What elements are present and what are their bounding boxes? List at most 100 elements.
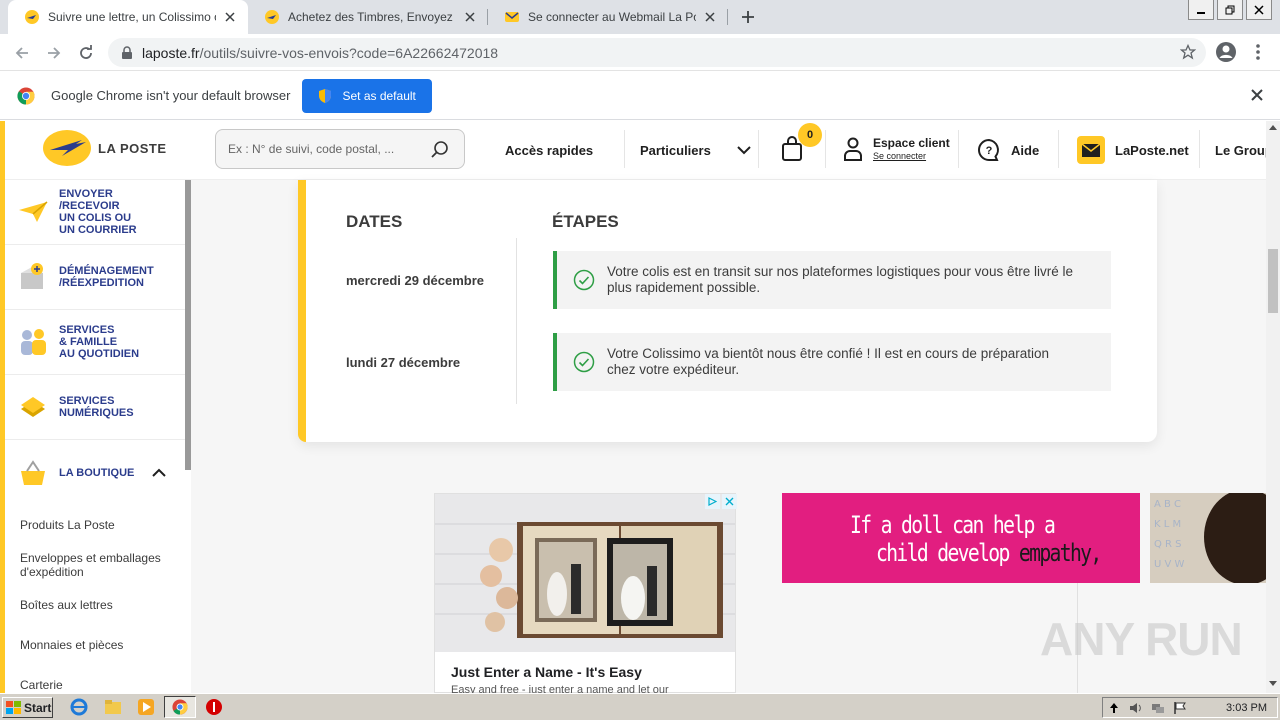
close-window-icon[interactable] (1246, 0, 1272, 20)
chrome-logo-icon (172, 699, 188, 715)
ad-doll-empathy[interactable]: If a doll can help a child develop empat… (782, 493, 1140, 583)
forward-button[interactable] (42, 41, 66, 65)
url-text: laposte.fr/outils/suivre-vos-envois?code… (142, 44, 499, 61)
tracking-step: Votre Colissimo va bientôt nous être con… (553, 333, 1111, 391)
back-button[interactable] (10, 41, 34, 65)
header-divider (825, 130, 826, 168)
sidebar-item-label: SERVICES NUMÉRIQUES (59, 395, 134, 419)
help-link[interactable]: Aide (1011, 121, 1039, 179)
shop-basket-icon (21, 459, 45, 485)
shop-link-coins[interactable]: Monnaies et pièces (20, 638, 123, 652)
anyrun-watermark: ANY RUN (1040, 613, 1243, 665)
ad-choices[interactable] (703, 494, 737, 509)
moving-box-icon (21, 263, 43, 289)
ad-line-1: If a doll can help a (850, 511, 1056, 539)
tab-title: Suivre une lettre, un Colissimo ou un (48, 10, 216, 24)
address-bar[interactable]: laposte.fr/outils/suivre-vos-envois?code… (108, 38, 1206, 67)
start-button[interactable]: Start (2, 697, 53, 718)
explorer-folder-icon[interactable] (104, 698, 122, 716)
volume-icon[interactable] (1129, 701, 1143, 715)
close-infobar-icon[interactable] (1250, 88, 1264, 102)
check-circle-icon (573, 269, 595, 291)
webmail-link[interactable]: LaPoste.net (1115, 121, 1189, 179)
taskbar-chrome-button[interactable] (164, 696, 196, 718)
event-date: mercredi 29 décembre (346, 273, 485, 288)
shop-link-products[interactable]: Produits La Poste (20, 518, 115, 532)
cart-count-badge: 0 (798, 123, 822, 147)
ad-image-letters[interactable]: A B C K L M Q R S U V W (1150, 493, 1266, 583)
webmail-icon (1077, 136, 1105, 164)
sidebar-item-family[interactable]: SERVICES & FAMILLE AU QUOTIDIEN (5, 310, 185, 375)
quick-access-link[interactable]: Accès rapides (505, 121, 593, 179)
windows-taskbar: Start 3:03 PM (0, 693, 1280, 720)
set-as-default-label: Set as default (342, 88, 416, 103)
restore-icon[interactable] (1217, 0, 1243, 20)
arrow-left-icon (15, 47, 28, 59)
svg-text:Q R S: Q R S (1154, 539, 1182, 550)
chrome-menu-icon[interactable] (1250, 42, 1266, 62)
ad-line-2: child develop empathy, (876, 539, 1102, 567)
sidebar-item-label: ENVOYER /RECEVOIR UN COLIS OU UN COURRIE… (59, 188, 137, 236)
browser-tab-strip: Suivre une lettre, un Colissimo ou un Ac… (0, 0, 1280, 34)
sidebar-item-shop[interactable]: LA BOUTIQUE (5, 440, 185, 505)
search-placeholder: Ex : N° de suivi, code postal, ... (228, 142, 395, 156)
laposte-bird-icon (43, 130, 91, 166)
bookmark-star-icon[interactable] (1180, 44, 1196, 60)
search-icon[interactable] (430, 140, 450, 160)
shield-icon (319, 88, 332, 103)
window-controls (1185, 0, 1272, 20)
taskbar-clock: 3:03 PM (1226, 702, 1267, 714)
header-divider (758, 130, 759, 168)
chevron-up-icon[interactable] (152, 468, 167, 478)
laposte-logo[interactable]: LA POSTE (42, 128, 167, 168)
login-link[interactable]: Se connecter (873, 152, 950, 161)
shop-link-envelopes[interactable]: Enveloppes et emballages d'expédition (20, 551, 161, 579)
page-scrollbar[interactable] (1266, 121, 1280, 693)
action-center-flag-icon[interactable] (1173, 701, 1187, 715)
network-icon[interactable] (1151, 701, 1165, 715)
help-bubble-icon: ? (978, 138, 999, 161)
shop-link-cards[interactable]: Carterie (20, 678, 63, 692)
tab-timbres[interactable]: Achetez des Timbres, Envoyez Courr (248, 0, 488, 34)
sidebar-item-label: DÉMÉNAGEMENT /RÉEXPEDITION (59, 265, 154, 289)
sidebar-item-label: LA BOUTIQUE (59, 466, 135, 479)
stop-icon[interactable] (205, 698, 223, 716)
media-player-icon[interactable] (137, 698, 155, 716)
tab-tracking[interactable]: Suivre une lettre, un Colissimo ou un (8, 0, 248, 34)
svg-text:A B C: A B C (1154, 499, 1181, 510)
group-link[interactable]: Le Group (1215, 121, 1273, 179)
dates-header: DATES (346, 212, 403, 231)
ad-title: Just Enter a Name - It's Easy (451, 664, 642, 680)
close-tab-icon[interactable] (702, 9, 718, 25)
ie-icon[interactable] (70, 698, 88, 716)
minimize-icon[interactable] (1188, 0, 1214, 20)
scrollbar-thumb[interactable] (1268, 249, 1278, 313)
browser-toolbar: laposte.fr/outils/suivre-vos-envois?code… (0, 34, 1280, 71)
header-divider (624, 130, 625, 168)
tab-title: Achetez des Timbres, Envoyez Courr (288, 10, 456, 24)
tab-webmail[interactable]: Se connecter au Webmail La Poste - (488, 0, 728, 34)
tray-arrow-icon[interactable] (1109, 702, 1119, 714)
ad-genealogy[interactable]: Just Enter a Name - It's Easy Easy and f… (434, 493, 736, 696)
close-tab-icon[interactable] (222, 9, 238, 25)
chevron-down-icon (737, 146, 751, 155)
ad-close-icon[interactable] (722, 494, 737, 509)
site-search-input[interactable]: Ex : N° de suivi, code postal, ... (215, 129, 465, 169)
check-circle-icon (573, 351, 595, 373)
sidebar-item-digital[interactable]: SERVICES NUMÉRIQUES (5, 375, 185, 440)
segment-dropdown[interactable]: Particuliers (640, 121, 751, 179)
reload-button[interactable] (74, 41, 98, 65)
laposte-favicon (265, 10, 279, 24)
close-tab-icon[interactable] (462, 9, 478, 25)
shop-link-mailboxes[interactable]: Boîtes aux lettres (20, 598, 113, 612)
step-text: Votre Colissimo va bientôt nous être con… (607, 346, 1049, 377)
tracking-step: Votre colis est en transit sur nos plate… (553, 251, 1111, 309)
sidebar-item-send[interactable]: ENVOYER /RECEVOIR UN COLIS OU UN COURRIE… (5, 180, 185, 245)
account-icon[interactable] (1214, 40, 1238, 64)
new-tab-button[interactable] (736, 5, 760, 29)
account-title: Espace client (873, 136, 950, 150)
customer-space-link[interactable]: Espace client Se connecter (873, 137, 950, 161)
set-as-default-button[interactable]: Set as default (302, 78, 432, 113)
sidebar-item-moving[interactable]: DÉMÉNAGEMENT /RÉEXPEDITION (5, 245, 185, 310)
adchoices-icon[interactable] (705, 494, 720, 509)
